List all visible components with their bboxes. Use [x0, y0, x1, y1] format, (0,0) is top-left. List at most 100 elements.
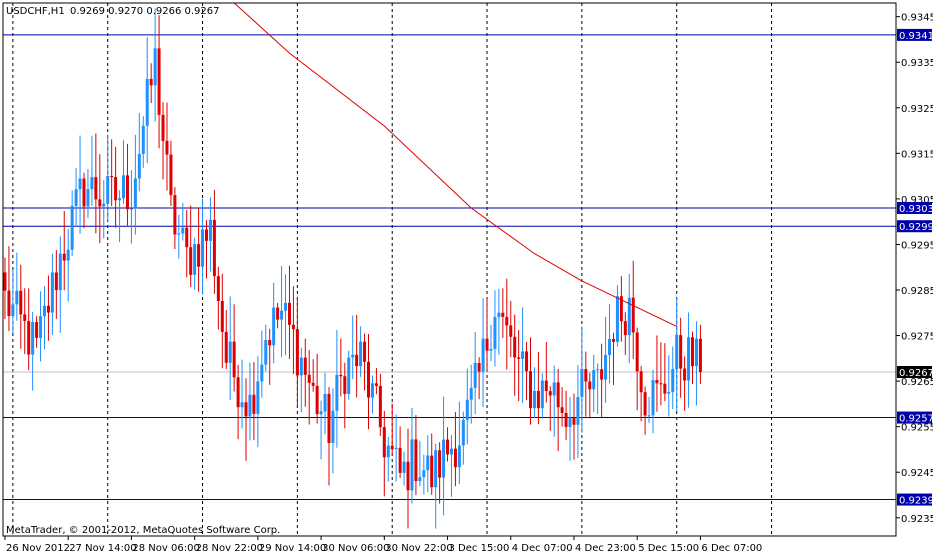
y-tick-label: 0.9235 [901, 514, 933, 525]
candle-body [189, 247, 193, 275]
candle-body [442, 439, 446, 478]
y-tick-label: 0.9335 [901, 58, 933, 69]
candle-body [323, 393, 327, 412]
candle-body [220, 300, 224, 332]
candle-body [307, 374, 311, 383]
candle-body [623, 321, 627, 336]
candle-body [236, 377, 240, 408]
candle-body [39, 316, 43, 338]
level-price-label: 0.9257 [899, 414, 933, 425]
candle-body [252, 394, 256, 414]
candle-body [509, 325, 513, 337]
candle-body [529, 371, 533, 409]
candle-body [201, 229, 205, 267]
candle-body [355, 354, 359, 367]
candle-body [46, 305, 50, 313]
candle-body [118, 198, 122, 201]
y-tick-label: 0.9345 [901, 13, 933, 24]
candle-body [86, 189, 90, 207]
candle-body [280, 310, 284, 320]
candle-body [331, 410, 335, 443]
candle-body [366, 361, 370, 398]
candle-body [137, 153, 141, 179]
candle-body [343, 376, 347, 395]
candle-body [141, 125, 145, 154]
level-price-label: 0.9341 [899, 31, 933, 42]
candle-body [256, 381, 260, 414]
candle-body [240, 402, 244, 408]
candle-body [161, 114, 165, 141]
candle-body [149, 78, 153, 86]
candle-body [378, 385, 382, 428]
copyright-text: MetaTrader, © 2001-2012, MetaQuotes Soft… [6, 525, 280, 536]
y-tick-label: 0.9325 [901, 104, 933, 115]
y-tick-label: 0.9245 [901, 468, 933, 479]
candle-body [414, 439, 418, 482]
candle-body [576, 396, 580, 425]
x-tick-label: 27 Nov 14:00 [69, 543, 136, 554]
candle-body [15, 290, 19, 305]
candle-body [303, 357, 307, 375]
candle-body [70, 205, 74, 250]
x-tick-label: 4 Dec 23:00 [575, 543, 636, 554]
candle-body [457, 445, 461, 468]
candle-body [615, 296, 619, 342]
candle-body [564, 412, 568, 427]
x-tick-label: 4 Dec 07:00 [512, 543, 573, 554]
candle-body [651, 380, 655, 416]
candle-body [461, 419, 465, 446]
candle-body [3, 272, 7, 291]
candle-body [611, 338, 615, 342]
candle-body [319, 411, 323, 415]
candle-body [683, 368, 687, 381]
candle-body [276, 307, 280, 320]
candle-body [315, 385, 319, 415]
candle-body [667, 391, 671, 394]
candle-body [260, 364, 264, 382]
candle-body [363, 341, 367, 362]
chart-header-symbol: USDCHF,H1 [6, 6, 65, 17]
candle-body [465, 399, 469, 420]
candle-body [418, 477, 422, 482]
candle-body [422, 470, 426, 478]
candle-body [580, 369, 584, 397]
candle-body [446, 439, 450, 455]
candle-body [485, 338, 489, 351]
x-tick-label: 5 Dec 15:00 [638, 543, 699, 554]
y-tick-label: 0.9315 [901, 149, 933, 160]
candle-body [608, 338, 612, 355]
candle-body [398, 447, 402, 473]
x-tick-label: 3 Dec 15:00 [449, 543, 510, 554]
candle-body [295, 329, 299, 376]
candle-body [125, 175, 129, 210]
candle-body [208, 219, 212, 241]
candle-body [216, 276, 220, 301]
candle-body [453, 448, 457, 468]
candle-body [687, 337, 691, 381]
y-tick-label: 0.9285 [901, 286, 933, 297]
candle-body [532, 390, 536, 409]
candle-body [521, 351, 525, 359]
candle-body [501, 312, 505, 317]
candle-body [631, 297, 635, 333]
candle-body [82, 178, 86, 207]
candle-body [540, 380, 544, 409]
candle-body [224, 331, 228, 363]
candle-body [544, 380, 548, 392]
candle-body [204, 229, 208, 241]
candle-body [50, 272, 54, 313]
candle-body [74, 189, 78, 206]
candle-body [691, 337, 695, 367]
candle-body [552, 382, 556, 396]
candle-body [386, 445, 390, 458]
candle-body [62, 253, 66, 261]
candle-body [643, 392, 647, 416]
candle-body [635, 332, 639, 372]
candle-body [497, 312, 501, 318]
candle-body [584, 369, 588, 382]
x-tick-label: 28 Nov 22:00 [196, 543, 263, 554]
price-chart[interactable]: 0.93450.93350.93250.93150.93050.92950.92… [0, 0, 933, 555]
candle-body [98, 199, 102, 207]
current-price-label: 0.9267 [899, 368, 933, 379]
candle-body [588, 381, 592, 390]
